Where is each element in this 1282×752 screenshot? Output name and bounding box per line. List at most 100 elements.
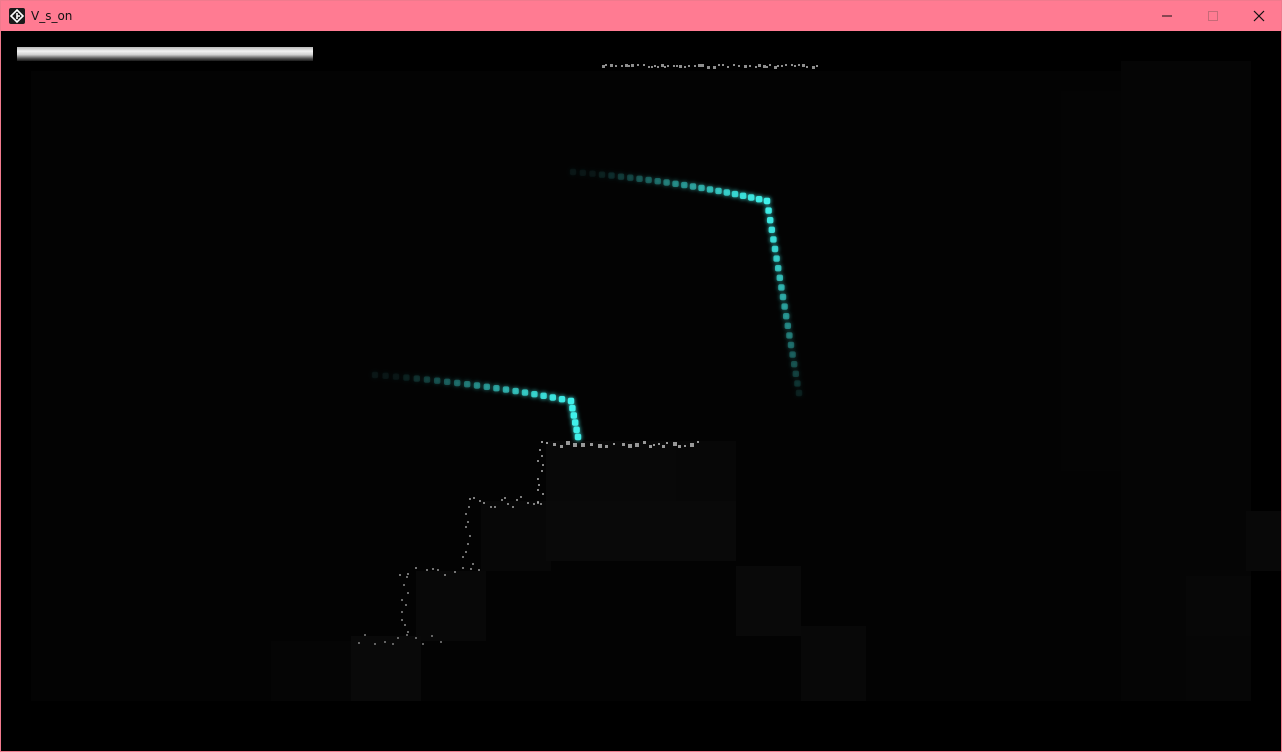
debris-particle <box>722 64 724 66</box>
debris-particle <box>494 506 496 508</box>
debris-particle <box>701 64 704 67</box>
game-scene <box>31 61 1281 701</box>
debris-particle <box>560 445 563 448</box>
debris-particle <box>688 65 690 67</box>
debris-particle <box>654 65 656 67</box>
trail-dot <box>783 313 790 320</box>
trail-dot <box>784 322 791 329</box>
debris-particle <box>431 635 433 637</box>
trail-dot <box>464 381 471 388</box>
debris-particle <box>625 64 628 67</box>
debris-particle <box>713 66 716 69</box>
debris-particle <box>657 66 659 68</box>
debris-particle <box>812 66 815 69</box>
trail-dot <box>771 245 779 253</box>
debris-particle <box>615 65 617 67</box>
debris-particle <box>490 506 492 508</box>
debris-particle <box>467 543 469 545</box>
debris-particle <box>590 443 593 446</box>
debris-particle <box>698 64 701 67</box>
game-viewport[interactable] <box>1 31 1281 751</box>
debris-particle <box>777 65 779 67</box>
debris-particle <box>758 64 761 67</box>
debris-particle <box>542 493 544 495</box>
trail-dot <box>768 226 775 233</box>
debris-particle <box>401 599 403 601</box>
window-title: V_s_on <box>31 9 73 23</box>
debris-particle <box>718 64 720 66</box>
debris-particle <box>798 64 800 66</box>
debris-particle <box>507 503 509 505</box>
trail-dot <box>493 385 500 392</box>
debris-particle <box>566 441 570 445</box>
maximize-button[interactable] <box>1190 1 1236 31</box>
trail-dot <box>789 351 796 358</box>
minimize-button[interactable] <box>1144 1 1190 31</box>
debris-particle <box>540 503 542 505</box>
debris-particle <box>637 64 639 66</box>
debris-particle <box>605 64 607 66</box>
trail-dot <box>748 194 755 201</box>
debris-particle <box>467 521 469 523</box>
debris-particle <box>769 64 771 66</box>
debris-particle <box>432 568 434 570</box>
debris-particle <box>504 497 506 499</box>
debris-particle <box>546 442 548 444</box>
debris-particle <box>472 563 474 565</box>
debris-particle <box>539 449 541 451</box>
close-button[interactable] <box>1236 1 1282 31</box>
debris-particle <box>648 66 650 68</box>
debris-particle <box>667 65 669 67</box>
trail-dot <box>654 178 661 185</box>
debris-particle <box>462 556 464 558</box>
trail-dot <box>473 382 481 389</box>
game-window: V_s_on <box>0 0 1282 752</box>
debris-particle <box>541 470 543 472</box>
trail-dot <box>786 332 793 339</box>
debris-particle <box>643 441 646 444</box>
debris-particle <box>462 567 464 569</box>
debris-particle <box>573 443 577 447</box>
debris-particle <box>405 604 407 606</box>
debris-particle <box>664 66 666 68</box>
trail-dot <box>569 168 577 176</box>
trail-dot <box>755 196 763 203</box>
debris-particle <box>537 460 539 462</box>
debris-particle <box>781 65 783 67</box>
debris-particle <box>676 65 678 67</box>
debris-particle <box>649 445 652 448</box>
debris-particle <box>422 643 424 645</box>
debris-particle <box>653 444 655 446</box>
debris-particle <box>610 64 613 67</box>
debris-particle <box>374 643 376 645</box>
trail-dot <box>617 173 625 180</box>
debris-particle <box>662 445 665 448</box>
debris-particle <box>407 573 409 575</box>
trail-dot <box>423 376 431 383</box>
debris-particle <box>415 567 417 569</box>
health-bar <box>17 47 313 61</box>
title-bar[interactable]: V_s_on <box>1 1 1281 31</box>
trail-dot <box>573 426 580 433</box>
debris-particle <box>553 443 556 446</box>
trail-dot <box>739 192 747 199</box>
debris-particle <box>501 499 503 501</box>
debris-particle <box>364 634 366 636</box>
close-icon <box>1253 10 1265 22</box>
trail-dot <box>434 377 441 384</box>
trail-dot <box>569 405 576 412</box>
debris-particle <box>631 64 634 67</box>
trail-dot <box>765 207 772 214</box>
trail-dot <box>403 374 410 381</box>
debris-particle <box>733 64 735 66</box>
trail-dot <box>502 386 510 393</box>
debris-particle <box>774 66 777 69</box>
debris-particle <box>684 66 686 68</box>
debris-particle <box>407 631 409 633</box>
debris-particle <box>397 637 399 639</box>
debris-particle <box>785 64 787 66</box>
level-blocks <box>31 61 1281 701</box>
debris-particle <box>426 569 428 571</box>
debris-particle <box>399 574 401 576</box>
debris-particle <box>622 443 625 446</box>
